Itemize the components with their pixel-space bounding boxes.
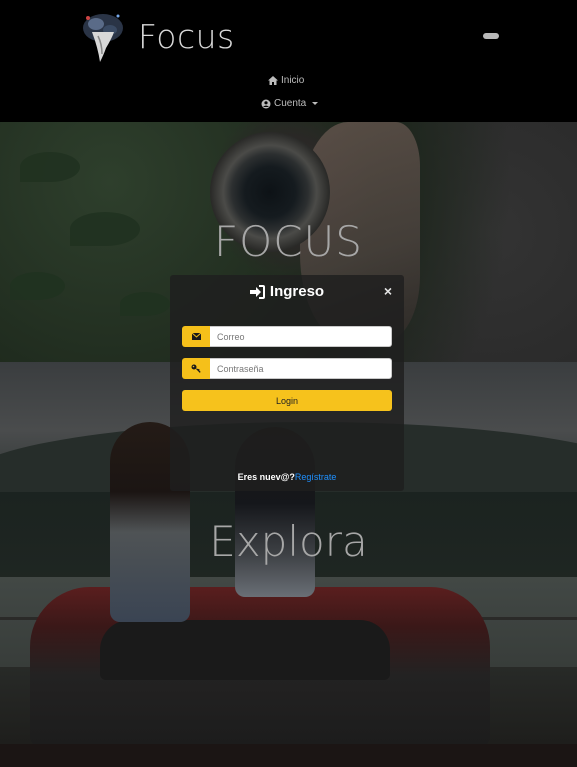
- brand[interactable]: Focus: [78, 8, 235, 64]
- close-button[interactable]: ×: [382, 284, 394, 298]
- hero-title-focus: FOCUS: [214, 217, 363, 266]
- login-button[interactable]: Login: [182, 390, 392, 411]
- leaf-decoration: [20, 152, 80, 182]
- menu-toggler-icon[interactable]: [483, 33, 499, 39]
- modal-title: Ingreso: [269, 283, 325, 300]
- leaf-decoration: [10, 272, 65, 300]
- sign-in-icon: [249, 284, 265, 299]
- email-field[interactable]: [210, 326, 392, 347]
- register-link[interactable]: Regístrate: [295, 472, 337, 482]
- caret-down-icon: [312, 102, 319, 105]
- email-input-group: [182, 326, 392, 347]
- nav-dropdown-cuenta-label: Cuenta: [274, 98, 307, 109]
- nav-dropdown-cuenta[interactable]: Cuenta: [261, 98, 319, 109]
- home-icon: [268, 76, 278, 85]
- brand-name: Focus: [138, 16, 235, 56]
- password-field[interactable]: [210, 358, 392, 379]
- truck-window-image: [100, 620, 390, 680]
- key-icon: [182, 358, 210, 379]
- leaf-decoration: [120, 292, 170, 316]
- envelope-icon: [182, 326, 210, 347]
- nav-link-inicio[interactable]: Inicio: [268, 75, 304, 86]
- page-bottom-strip: [0, 744, 577, 767]
- user-circle-icon: [261, 99, 271, 108]
- nav-link-inicio-label: Inicio: [281, 75, 305, 86]
- password-input-group: [182, 358, 392, 379]
- register-question: Eres nuev@?: [237, 472, 295, 482]
- login-modal: Ingreso × Login Eres nuev@?Regístrate: [170, 275, 404, 491]
- logo-icon: [78, 8, 128, 64]
- hero-title-explora: Explora: [209, 517, 368, 566]
- navbar: Focus Inicio Cuenta: [0, 0, 577, 122]
- modal-header: Ingreso: [170, 283, 404, 300]
- register-line: Eres nuev@?Regístrate: [170, 472, 404, 482]
